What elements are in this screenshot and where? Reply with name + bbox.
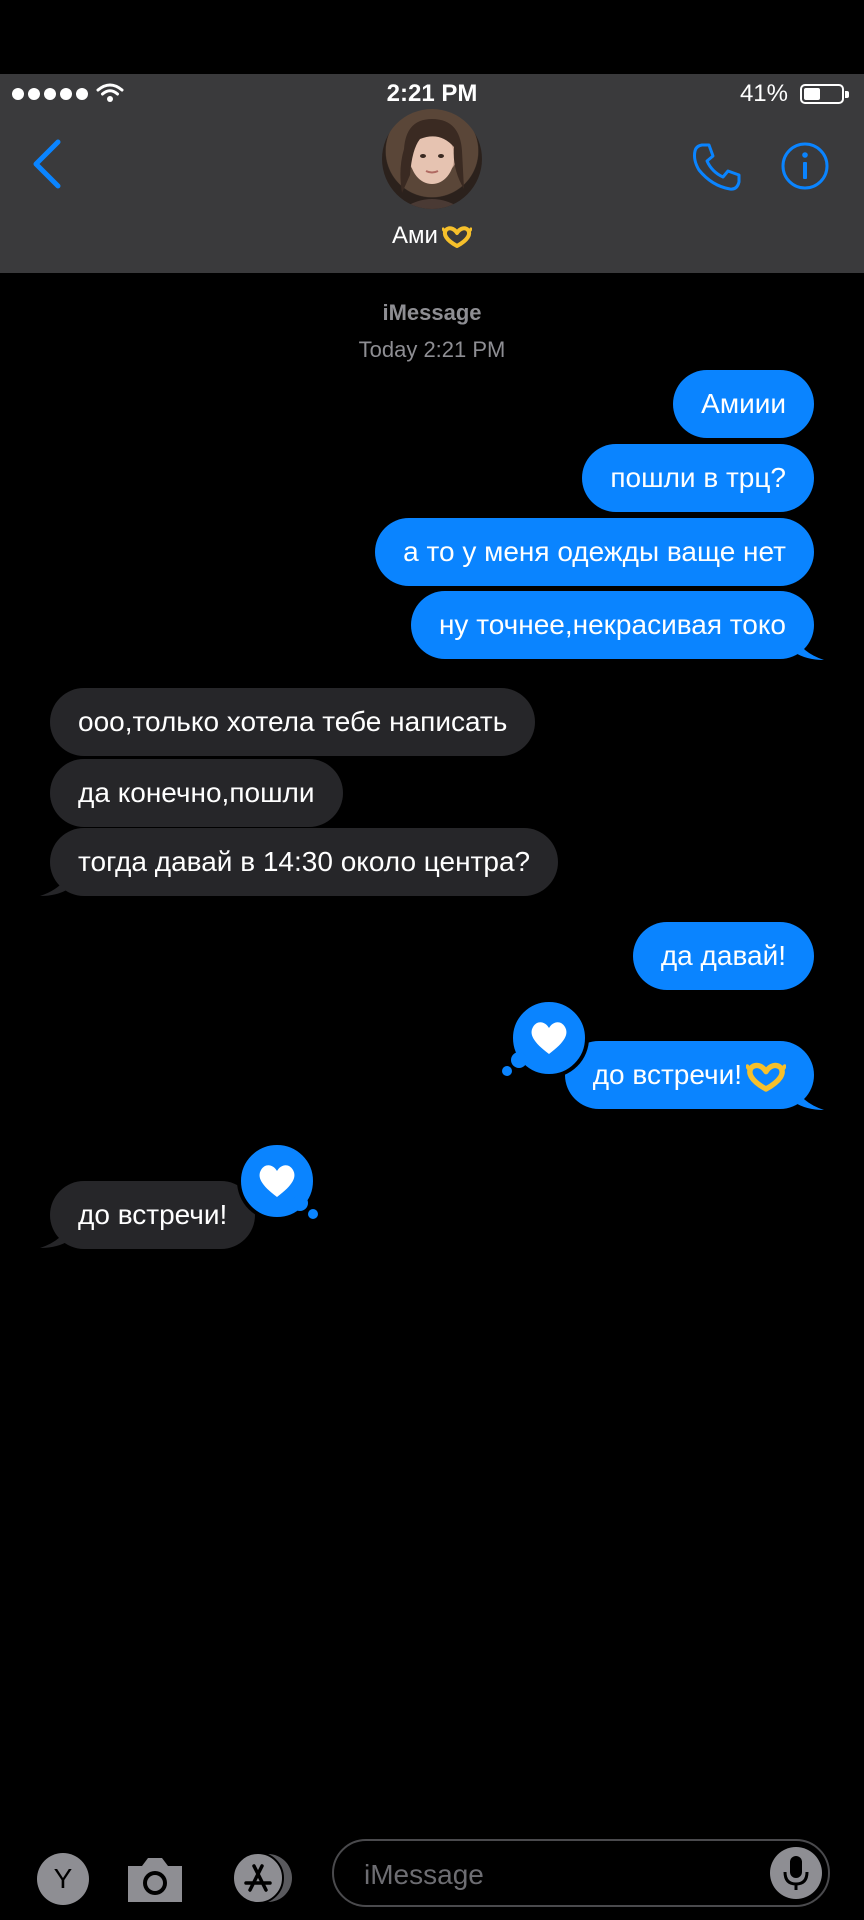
sent-message-bubble[interactable]: а то у меня одежды ваще нет (375, 518, 814, 586)
sent-message-bubble[interactable]: пошли в трц? (582, 444, 814, 512)
received-bubble-tail (40, 1222, 70, 1248)
phone-call-icon[interactable] (690, 140, 744, 194)
sent-bubble-tail (794, 1084, 824, 1110)
sent-message-bubble[interactable]: ну точнее,некрасивая токо (410, 591, 814, 659)
sent-message-bubble[interactable]: да давай! (632, 922, 814, 990)
sent-message-bubble[interactable]: Амиии (673, 370, 814, 438)
back-chevron-icon[interactable] (28, 138, 68, 190)
microphone-button[interactable] (770, 1847, 822, 1899)
info-icon[interactable] (780, 141, 830, 191)
sent-bubble-tail (794, 634, 824, 660)
message-input-placeholder: iMessage (364, 1859, 484, 1890)
heart-icon (259, 1165, 295, 1197)
reaction-tail-dot (502, 1066, 512, 1076)
reaction-tail-dot (511, 1052, 527, 1068)
contact-name[interactable]: Ами (0, 222, 864, 250)
received-message-bubble[interactable]: тогда давай в 14:30 около центра? (50, 828, 559, 896)
contact-name-text: Ами (392, 222, 438, 249)
top-black-bar (0, 0, 864, 74)
status-bar: 2:21 PM 41% (0, 74, 864, 114)
sent-message-text: до встречи! (592, 1059, 742, 1090)
contact-avatar[interactable] (382, 109, 482, 209)
app-store-icon[interactable] (226, 1850, 298, 1906)
heart-icon (531, 1022, 567, 1054)
microphone-icon (783, 1856, 809, 1890)
app-drawer-button[interactable]: Y (37, 1853, 89, 1905)
reaction-tail-dot (292, 1195, 308, 1211)
camera-icon[interactable] (124, 1852, 186, 1906)
thread-timestamp: Today 2:21 PM (358, 337, 506, 362)
received-message-bubble[interactable]: до встречи! (50, 1181, 256, 1249)
message-input[interactable]: iMessage (332, 1839, 830, 1907)
heart-hands-emoji-icon (746, 1062, 786, 1092)
sent-message-bubble[interactable]: до встречи! (564, 1041, 814, 1109)
received-message-bubble[interactable]: да конечно,пошли (50, 759, 343, 827)
received-bubble-tail (40, 870, 70, 896)
status-time: 2:21 PM (386, 80, 478, 107)
reaction-tail-dot (308, 1209, 318, 1219)
heart-hands-emoji-icon (441, 225, 472, 248)
received-message-bubble[interactable]: ооо,только хотела тебе написать (50, 688, 536, 756)
service-label: iMessage (382, 300, 482, 325)
battery-percentage: 41% (739, 80, 788, 107)
battery-icon (800, 84, 849, 104)
